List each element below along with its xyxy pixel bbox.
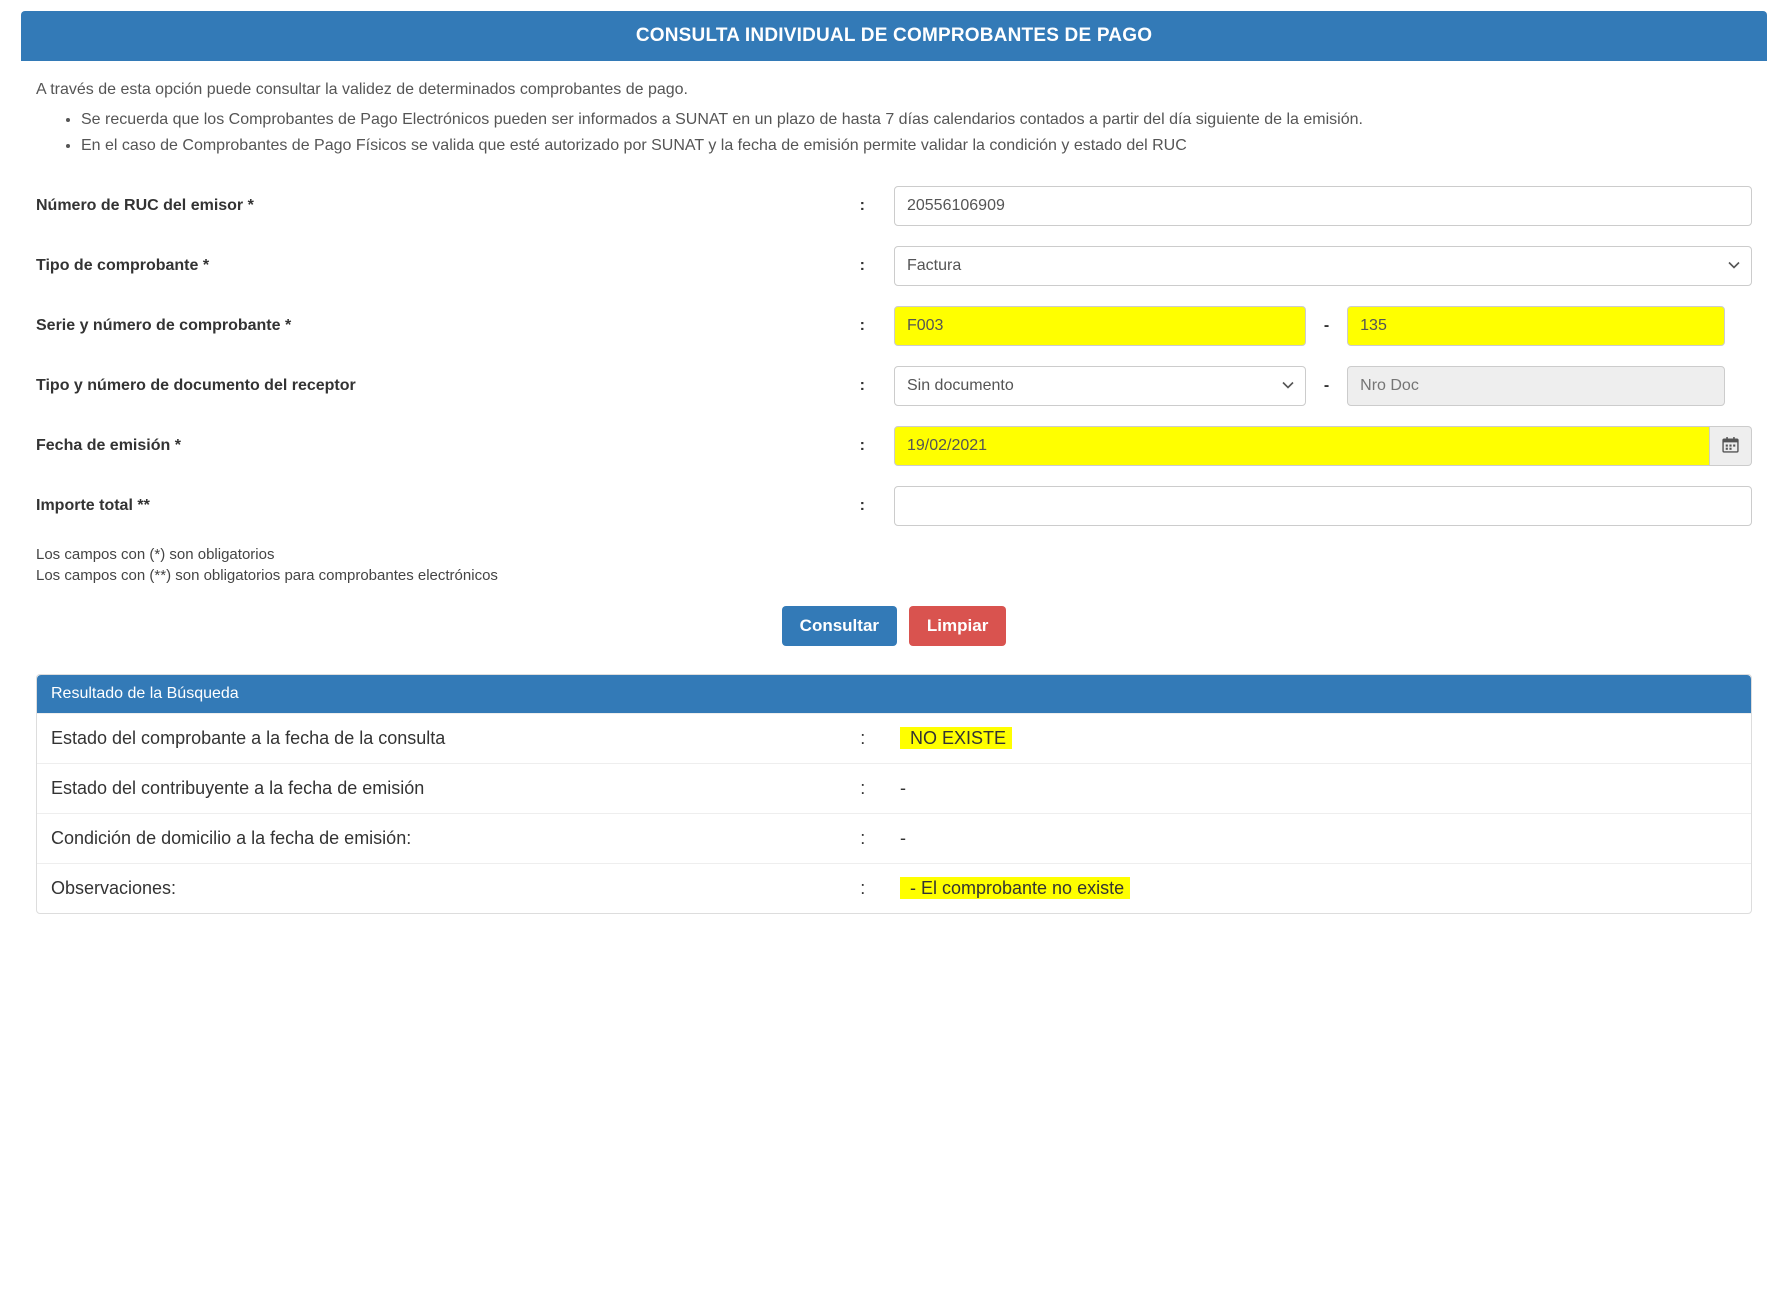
main-panel: CONSULTA INDIVIDUAL DE COMPROBANTES DE P…	[20, 10, 1768, 915]
receptor-tipo-select[interactable]: Sin documento	[894, 366, 1306, 406]
result-row-condicion: Condición de domicilio a la fecha de emi…	[37, 813, 1751, 863]
result-value: -	[900, 778, 906, 798]
info-bullets: Se recuerda que los Comprobantes de Pago…	[36, 109, 1752, 158]
dash-separator: -	[1306, 317, 1347, 335]
colon: :	[860, 778, 894, 799]
label-importe: Importe total **	[36, 497, 860, 515]
result-label: Estado del contribuyente a la fecha de e…	[51, 778, 860, 799]
row-serie: Serie y número de comprobante * : -	[36, 306, 1752, 346]
ruc-input[interactable]	[894, 186, 1752, 226]
result-value: -	[900, 828, 906, 848]
fecha-input[interactable]	[894, 426, 1710, 466]
row-receptor: Tipo y número de documento del receptor …	[36, 366, 1752, 406]
intro-text: A través de esta opción puede consultar …	[36, 81, 1752, 99]
result-panel: Resultado de la Búsqueda Estado del comp…	[36, 674, 1752, 914]
importe-input[interactable]	[894, 486, 1752, 526]
label-fecha: Fecha de emisión *	[36, 437, 860, 455]
calendar-icon	[1722, 436, 1739, 456]
panel-body: A través de esta opción puede consultar …	[21, 61, 1767, 914]
colon: :	[860, 497, 894, 515]
colon: :	[860, 257, 894, 275]
result-row-estado-contribuyente: Estado del contribuyente a la fecha de e…	[37, 763, 1751, 813]
row-fecha: Fecha de emisión * :	[36, 426, 1752, 466]
receptor-tipo-select-wrap: Sin documento	[894, 366, 1306, 406]
bullet-item: En el caso de Comprobantes de Pago Físic…	[81, 135, 1752, 157]
result-row-observaciones: Observaciones: : - El comprobante no exi…	[37, 863, 1751, 913]
button-row: Consultar Limpiar	[36, 606, 1752, 646]
result-title: Resultado de la Búsqueda	[37, 675, 1751, 713]
label-ruc: Número de RUC del emisor *	[36, 197, 860, 215]
bullet-item: Se recuerda que los Comprobantes de Pago…	[81, 109, 1752, 131]
row-importe: Importe total ** :	[36, 486, 1752, 526]
note-required-2: Los campos con (**) son obligatorios par…	[36, 567, 1752, 584]
numero-input[interactable]	[1347, 306, 1725, 346]
serie-input[interactable]	[894, 306, 1306, 346]
consultar-button[interactable]: Consultar	[782, 606, 897, 646]
colon: :	[860, 878, 894, 899]
result-row-estado-comprobante: Estado del comprobante a la fecha de la …	[37, 713, 1751, 763]
result-label: Observaciones:	[51, 878, 860, 899]
tipo-select-wrap: Factura	[894, 246, 1752, 286]
result-label: Condición de domicilio a la fecha de emi…	[51, 828, 860, 849]
row-ruc: Número de RUC del emisor * :	[36, 186, 1752, 226]
page-title: CONSULTA INDIVIDUAL DE COMPROBANTES DE P…	[21, 11, 1767, 61]
note-required-1: Los campos con (*) son obligatorios	[36, 546, 1752, 563]
result-value: - El comprobante no existe	[900, 877, 1130, 899]
limpiar-button[interactable]: Limpiar	[909, 606, 1006, 646]
result-label: Estado del comprobante a la fecha de la …	[51, 728, 860, 749]
receptor-nro-input	[1347, 366, 1725, 406]
colon: :	[860, 728, 894, 749]
colon: :	[860, 317, 894, 335]
calendar-button[interactable]	[1710, 426, 1752, 466]
label-receptor: Tipo y número de documento del receptor	[36, 377, 860, 395]
label-serie: Serie y número de comprobante *	[36, 317, 860, 335]
label-tipo: Tipo de comprobante *	[36, 257, 860, 275]
dash-separator: -	[1306, 377, 1347, 395]
colon: :	[860, 197, 894, 215]
colon: :	[860, 377, 894, 395]
tipo-select[interactable]: Factura	[894, 246, 1752, 286]
colon: :	[860, 828, 894, 849]
result-value: NO EXISTE	[900, 727, 1012, 749]
row-tipo: Tipo de comprobante * : Factura	[36, 246, 1752, 286]
colon: :	[860, 437, 894, 455]
